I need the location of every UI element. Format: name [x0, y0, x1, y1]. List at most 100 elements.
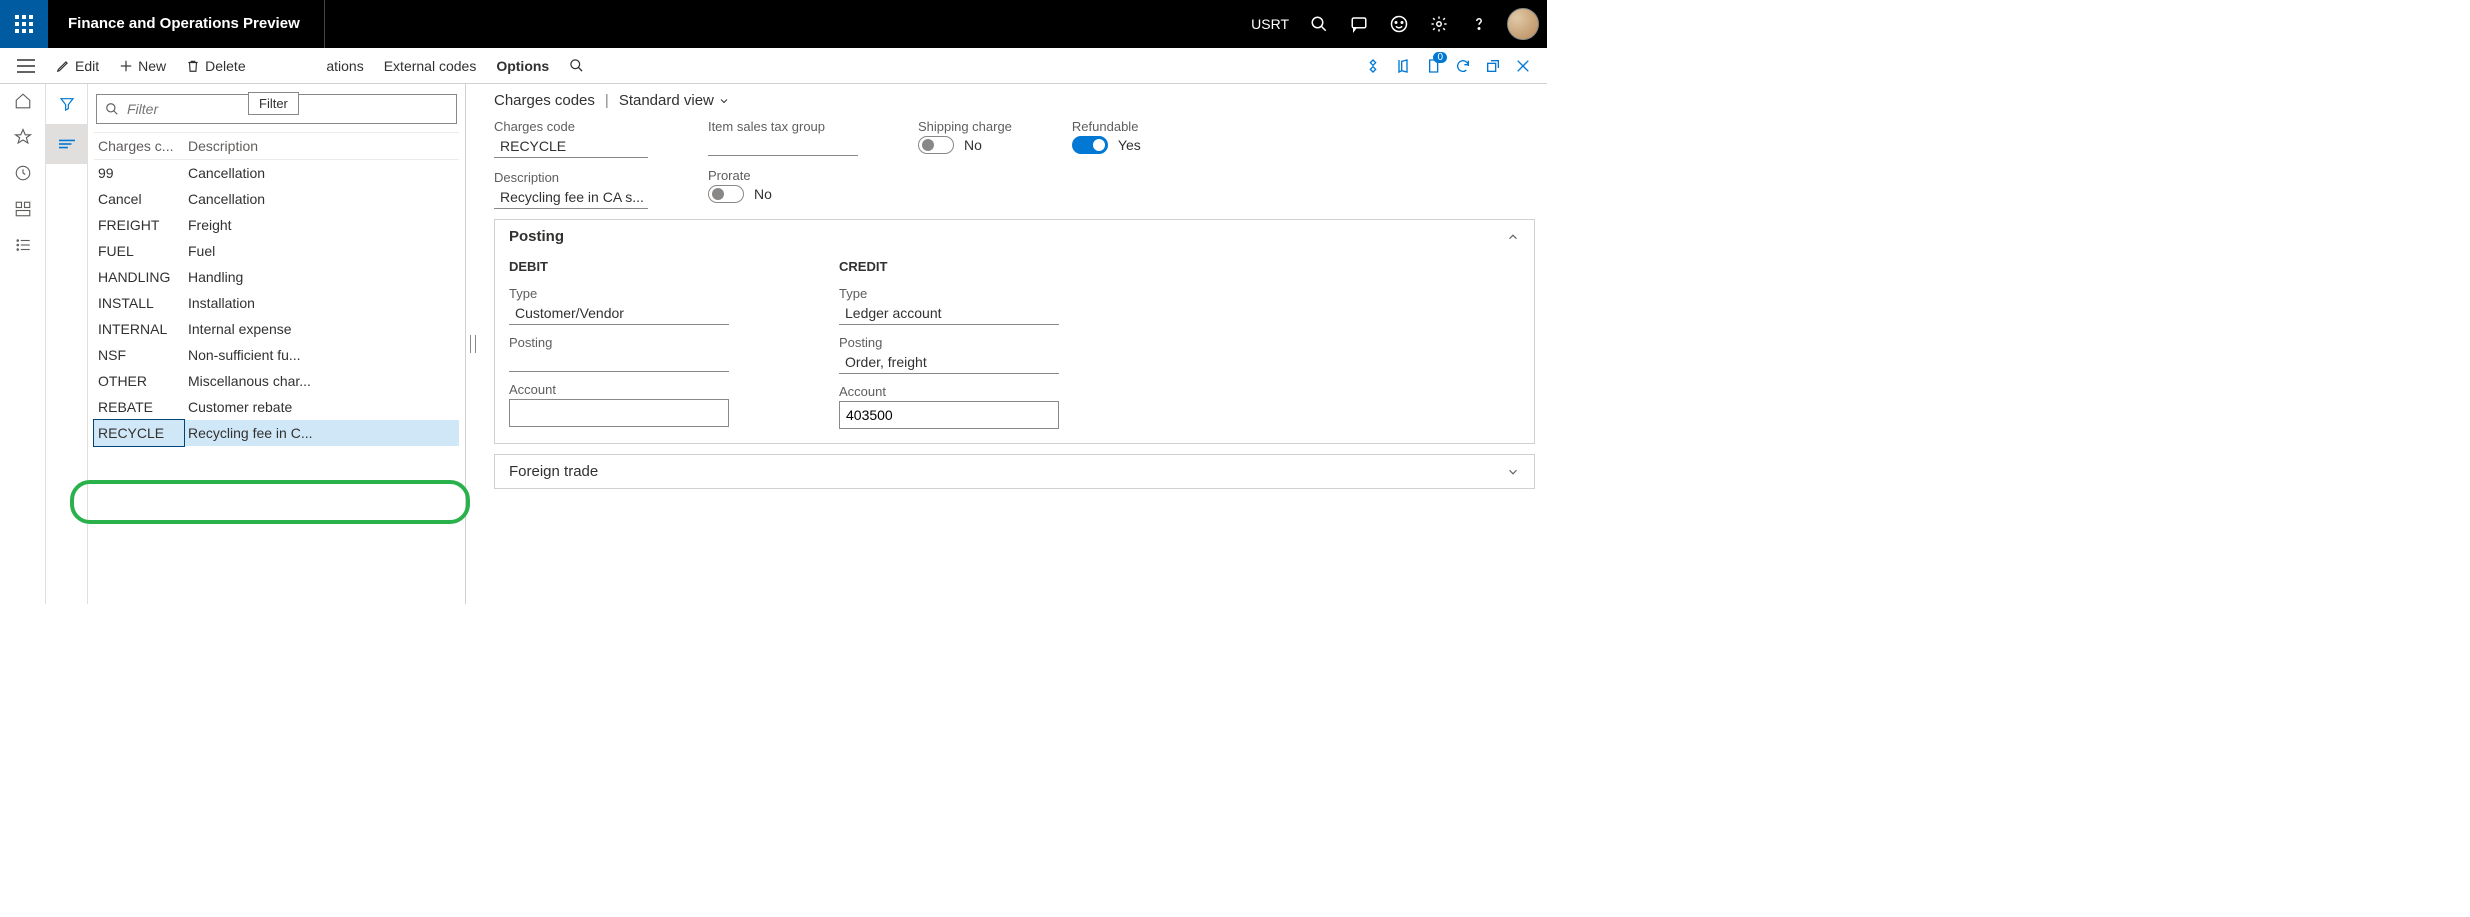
popout-icon: [1485, 58, 1501, 74]
chat-icon: [1350, 15, 1368, 33]
grid-row[interactable]: FREIGHTFreight: [94, 212, 459, 238]
user-avatar[interactable]: [1507, 8, 1539, 40]
foreign-trade-title: Foreign trade: [509, 463, 598, 480]
prorate-toggle[interactable]: [708, 185, 744, 203]
detail-panel: Charges codes | Standard view Charges co…: [480, 84, 1547, 604]
grid-row[interactable]: REBATECustomer rebate: [94, 394, 459, 420]
credit-header: CREDIT: [839, 259, 1059, 274]
posting-title: Posting: [509, 228, 564, 245]
grid-row[interactable]: NSFNon-sufficient fu...: [94, 342, 459, 368]
credit-posting-input[interactable]: Order, freight: [839, 352, 1059, 374]
app-title: Finance and Operations Preview: [48, 0, 325, 48]
command-bar: Edit New Delete Translationsations Exter…: [0, 48, 1547, 84]
nav-toggle[interactable]: [6, 59, 46, 73]
posting-header[interactable]: Posting: [495, 220, 1534, 253]
edit-button[interactable]: Edit: [46, 54, 109, 78]
debit-header: DEBIT: [509, 259, 729, 274]
close-button[interactable]: [1515, 58, 1531, 74]
credit-type-input[interactable]: Ledger account: [839, 303, 1059, 325]
field-tax-group: Item sales tax group: [708, 119, 858, 156]
delete-label: Delete: [205, 58, 245, 74]
search-icon: [105, 102, 119, 116]
new-button[interactable]: New: [109, 54, 176, 78]
modules-nav[interactable]: [14, 236, 32, 254]
recent-nav[interactable]: [14, 164, 32, 182]
annotation-highlight: [70, 480, 470, 524]
options-label: Options: [496, 58, 549, 74]
field-refundable: Refundable Yes: [1072, 119, 1141, 154]
delete-button[interactable]: Delete: [176, 54, 255, 78]
help-button[interactable]: [1459, 0, 1499, 48]
command-bar-right: 0: [1365, 58, 1541, 74]
grid-row[interactable]: OTHERMiscellanous char...: [94, 368, 459, 394]
col-desc[interactable]: Description: [184, 133, 459, 159]
debit-account-input[interactable]: [509, 399, 729, 427]
breadcrumb-bar: Charges codes | Standard view: [494, 92, 1535, 109]
description-input[interactable]: Recycling fee in CA s...: [494, 187, 648, 209]
debit-type-input[interactable]: Customer/Vendor: [509, 303, 729, 325]
filter-pane-toggle[interactable]: [46, 84, 88, 124]
charges-code-input[interactable]: RECYCLE: [494, 136, 648, 158]
page-title: Charges codes: [494, 92, 595, 109]
workspaces-nav[interactable]: [14, 200, 32, 218]
chevron-down-icon: [1506, 465, 1520, 479]
grid-row[interactable]: HANDLINGHandling: [94, 264, 459, 290]
grid-row[interactable]: CancelCancellation: [94, 186, 459, 212]
messages-button[interactable]: [1339, 0, 1379, 48]
home-icon: [14, 92, 32, 110]
debit-posting-input[interactable]: [509, 352, 729, 372]
help-icon: [1470, 15, 1488, 33]
grid-header: Charges c... Description: [94, 133, 459, 160]
app-launcher[interactable]: [0, 0, 48, 48]
home-nav[interactable]: [14, 92, 32, 110]
chevron-up-icon: [1506, 230, 1520, 244]
documents-button[interactable]: 0: [1425, 58, 1441, 74]
star-icon: [14, 128, 32, 146]
search-icon: [569, 58, 584, 73]
charges-grid: Charges c... Description 99Cancellation …: [94, 132, 459, 446]
popout-button[interactable]: [1485, 58, 1501, 74]
trash-icon: [186, 59, 200, 73]
grid-row-selected[interactable]: RECYCLERecycling fee in C...: [94, 420, 459, 446]
settings-button[interactable]: [1419, 0, 1459, 48]
clock-icon: [14, 164, 32, 182]
grid-row[interactable]: INSTALLInstallation: [94, 290, 459, 316]
feedback-button[interactable]: [1379, 0, 1419, 48]
edit-label: Edit: [75, 58, 99, 74]
search-button[interactable]: [1299, 0, 1339, 48]
grid-row[interactable]: FUELFuel: [94, 238, 459, 264]
options-tab[interactable]: Options: [486, 54, 559, 78]
related-info-toggle[interactable]: [46, 124, 88, 164]
col-code[interactable]: Charges c...: [94, 133, 184, 159]
external-codes-label: External codes: [384, 58, 477, 74]
search-icon: [1310, 15, 1328, 33]
credit-account-input[interactable]: [839, 401, 1059, 429]
tax-group-input[interactable]: [708, 136, 858, 156]
splitter[interactable]: [466, 84, 480, 604]
find-button[interactable]: [559, 54, 594, 77]
external-codes-button[interactable]: External codes: [374, 54, 487, 78]
hamburger-icon: [17, 59, 35, 73]
shipping-toggle[interactable]: [918, 136, 954, 154]
field-shipping: Shipping charge No: [918, 119, 1012, 154]
office-button[interactable]: [1395, 58, 1411, 74]
chevron-down-icon: [718, 95, 730, 107]
modules-icon: [14, 236, 32, 254]
grid-row[interactable]: INTERNALInternal expense: [94, 316, 459, 342]
field-charges-code: Charges code RECYCLE: [494, 119, 648, 158]
refundable-toggle[interactable]: [1072, 136, 1108, 154]
list-panel: Charges c... Description 99Cancellation …: [88, 84, 466, 604]
filter-tooltip: Filter: [248, 92, 299, 115]
translations-button[interactable]: Translationsations: [286, 54, 374, 78]
field-description: Description Recycling fee in CA s...: [494, 170, 648, 209]
funnel-icon: [59, 96, 75, 112]
attach-button[interactable]: [1365, 58, 1381, 74]
foreign-trade-section: Foreign trade: [494, 454, 1535, 489]
foreign-trade-header[interactable]: Foreign trade: [495, 455, 1534, 488]
left-rail: [0, 84, 46, 604]
view-selector[interactable]: Standard view: [619, 92, 730, 109]
grid-row[interactable]: 99Cancellation: [94, 160, 459, 186]
shipping-value: No: [964, 137, 982, 153]
refresh-button[interactable]: [1455, 58, 1471, 74]
favorites-nav[interactable]: [14, 128, 32, 146]
